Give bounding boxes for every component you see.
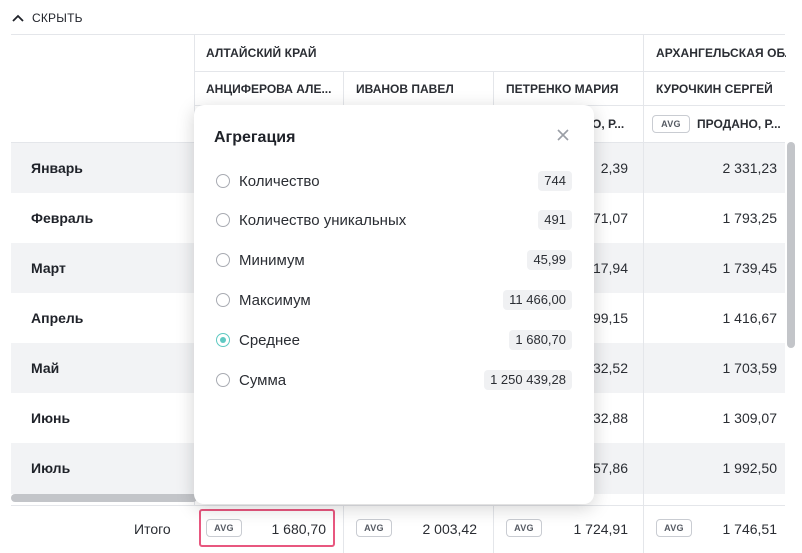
cell-value: 1 309,07 [722,410,778,426]
option-label: Среднее [239,332,300,349]
row-label-june: Июнь [31,410,71,426]
highlighted-total-cell[interactable] [199,509,335,547]
metric-header-partial: О, Р... [592,117,625,131]
aggregation-option-count[interactable]: Количество 744 [216,169,572,193]
aggregation-option-count-unique[interactable]: Количество уникальных 491 [216,208,572,232]
aggregation-option-min[interactable]: Минимум 45,99 [216,248,572,272]
row-label-may: Май [31,360,60,376]
option-label: Количество уникальных [239,212,407,229]
option-label: Максимум [239,292,311,309]
option-count: 45,99 [527,250,572,270]
radio-button-selected[interactable] [216,333,230,347]
total-value: 1 724,91 [573,521,629,537]
person-header-petrenko[interactable]: ПЕТРЕНКО МАРИЯ [506,82,619,96]
option-count: 744 [538,171,572,191]
radio-button[interactable] [216,213,230,227]
total-value: 1 746,51 [722,521,778,537]
close-icon[interactable] [555,127,571,143]
aggregation-option-sum[interactable]: Сумма 1 250 439,28 [216,368,572,392]
cell-value: 1 416,67 [722,310,778,326]
radio-button[interactable] [216,293,230,307]
person-header-antsiferova[interactable]: АНЦИФЕРОВА АЛЕ... [206,82,336,96]
region-header-arkhangelsk[interactable]: АРХАНГЕЛЬСКАЯ ОБЛ [656,46,786,60]
cell-value: 1 992,50 [722,460,778,476]
aggregation-option-average[interactable]: Среднее 1 680,70 [216,328,572,352]
cell-value: 1 793,25 [722,210,778,226]
option-count: 11 466,00 [503,290,572,310]
person-header-ivanov[interactable]: ИВАНОВ ПАВЕЛ [356,82,454,96]
totals-avg-badge[interactable]: AVG [506,519,542,537]
radio-button[interactable] [216,253,230,267]
cell-value: 2 331,23 [722,160,778,176]
row-label-april: Апрель [31,310,84,326]
avg-badge[interactable]: AVG [652,115,690,133]
vertical-scrollbar[interactable] [787,142,795,348]
region-header-altai[interactable]: АЛТАЙСКИЙ КРАЙ [206,46,317,60]
cell-value: 1 703,59 [722,360,778,376]
row-label-january: Январь [31,160,83,176]
hide-toggle-button[interactable]: СКРЫТЬ [12,8,83,28]
totals-avg-badge[interactable]: AVG [356,519,392,537]
chevron-up-icon [12,14,24,22]
row-label-march: Март [31,260,66,276]
row-label-july: Июль [31,460,71,476]
metric-header-sold[interactable]: ПРОДАНО, Р... [697,117,781,131]
radio-button[interactable] [216,373,230,387]
horizontal-scrollbar[interactable] [11,494,197,502]
option-count: 1 680,70 [509,330,572,350]
row-label-february: Февраль [31,210,94,226]
radio-button[interactable] [216,174,230,188]
option-count: 1 250 439,28 [484,370,572,390]
aggregation-popup: Агрегация Количество 744 Количество уник… [194,105,594,504]
hide-label: СКРЫТЬ [32,11,83,25]
option-count: 491 [538,210,572,230]
total-value: 2 003,42 [422,521,478,537]
popup-title: Агрегация [214,129,296,146]
totals-label: Итого [134,521,171,537]
option-label: Минимум [239,252,305,269]
option-label: Сумма [239,372,287,389]
aggregation-option-max[interactable]: Максимум 11 466,00 [216,288,572,312]
totals-avg-badge[interactable]: AVG [656,519,692,537]
person-header-kurochkin[interactable]: КУРОЧКИН СЕРГЕЙ [656,82,773,96]
option-label: Количество [239,173,320,190]
cell-value: 1 739,45 [722,260,778,276]
